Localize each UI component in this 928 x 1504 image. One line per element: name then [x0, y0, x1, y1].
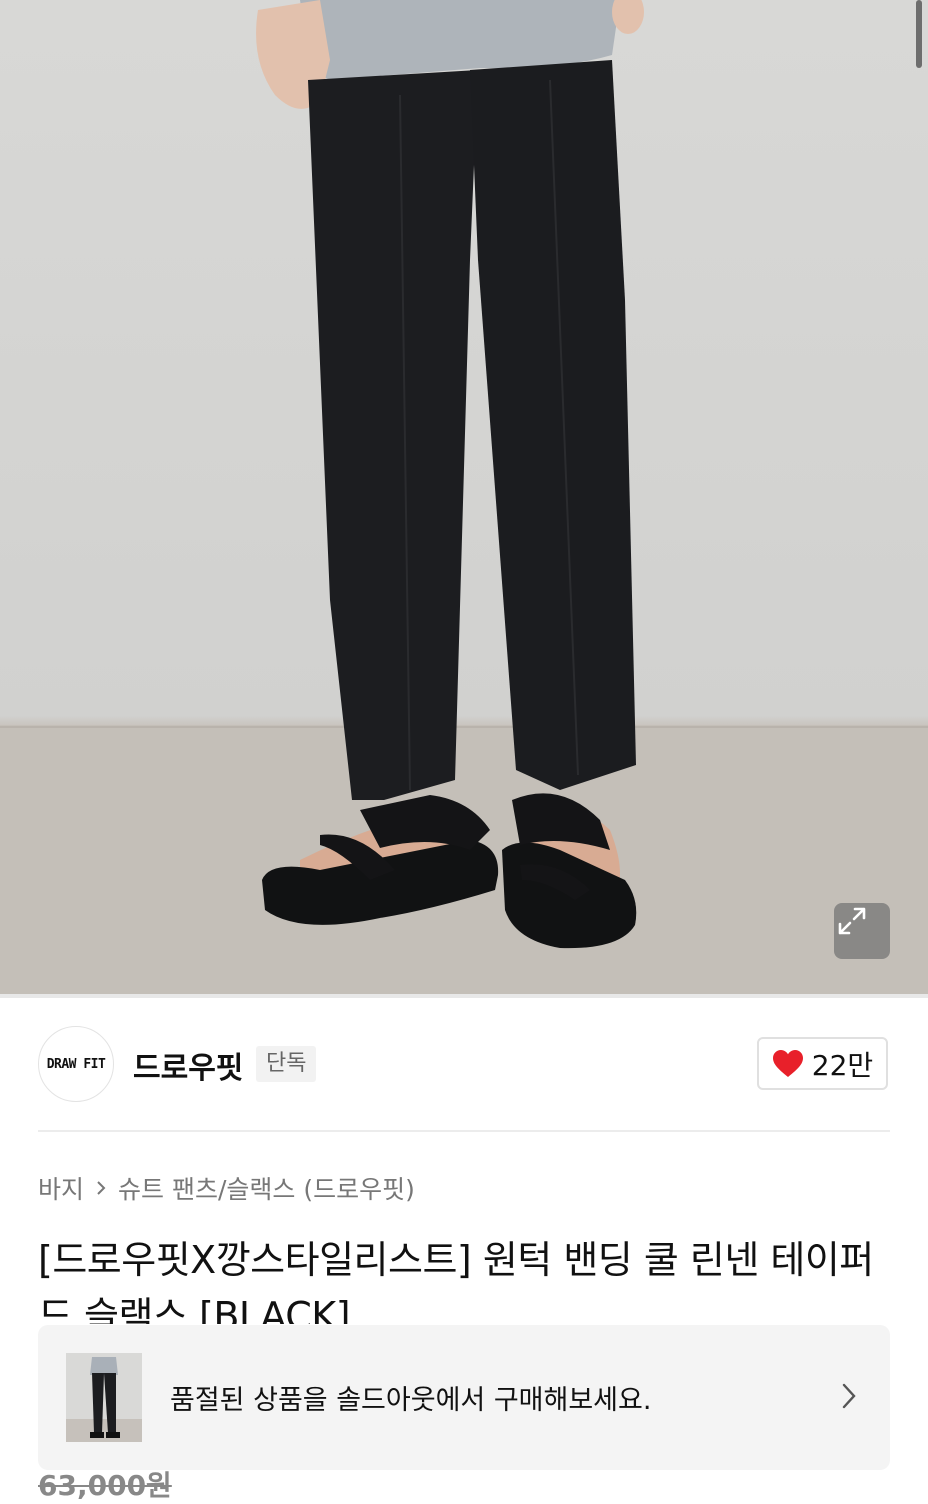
expand-icon: [838, 907, 866, 935]
product-photo-illustration: [0, 0, 928, 994]
product-title-container: [드로우핏X깡스타일리스트] 원턱 밴딩 쿨 린넨 테이퍼드 슬랙스 [BLAC…: [38, 1232, 898, 1324]
brand-logo[interactable]: DRAW FIT: [38, 1026, 114, 1102]
chevron-right-icon: [840, 1381, 858, 1415]
section-divider: [38, 1130, 890, 1132]
soldout-banner[interactable]: 품절된 상품을 솔드아웃에서 구매해보세요.: [38, 1325, 890, 1470]
product-image[interactable]: [0, 0, 928, 994]
brand-logo-text: DRAW FIT: [46, 1056, 106, 1072]
breadcrumb-item-slacks[interactable]: 슈트 팬츠/슬랙스 (드로우핏): [118, 1170, 415, 1206]
expand-image-button[interactable]: [834, 903, 890, 959]
like-count: 22만: [811, 1048, 874, 1082]
original-price: 63,000원: [38, 1469, 172, 1502]
breadcrumb-item-pants[interactable]: 바지: [38, 1170, 84, 1206]
breadcrumb: 바지 슈트 팬츠/슬랙스 (드로우핏): [38, 1170, 415, 1206]
brand-name[interactable]: 드로우핏: [133, 1043, 243, 1087]
photo-divider: [0, 994, 928, 998]
banner-thumbnail: [66, 1353, 142, 1442]
chevron-right-icon: [94, 1179, 108, 1197]
exclusive-badge: 단독: [256, 1046, 317, 1082]
product-title: [드로우핏X깡스타일리스트] 원턱 밴딩 쿨 린넨 테이퍼드 슬랙스 [BLAC…: [38, 1238, 874, 1324]
soldout-banner-text: 품절된 상품을 솔드아웃에서 구매해보세요.: [170, 1385, 652, 1416]
like-button[interactable]: 22만: [757, 1037, 888, 1090]
scrollbar-thumb[interactable]: [916, 0, 922, 68]
heart-icon: [772, 1049, 803, 1077]
